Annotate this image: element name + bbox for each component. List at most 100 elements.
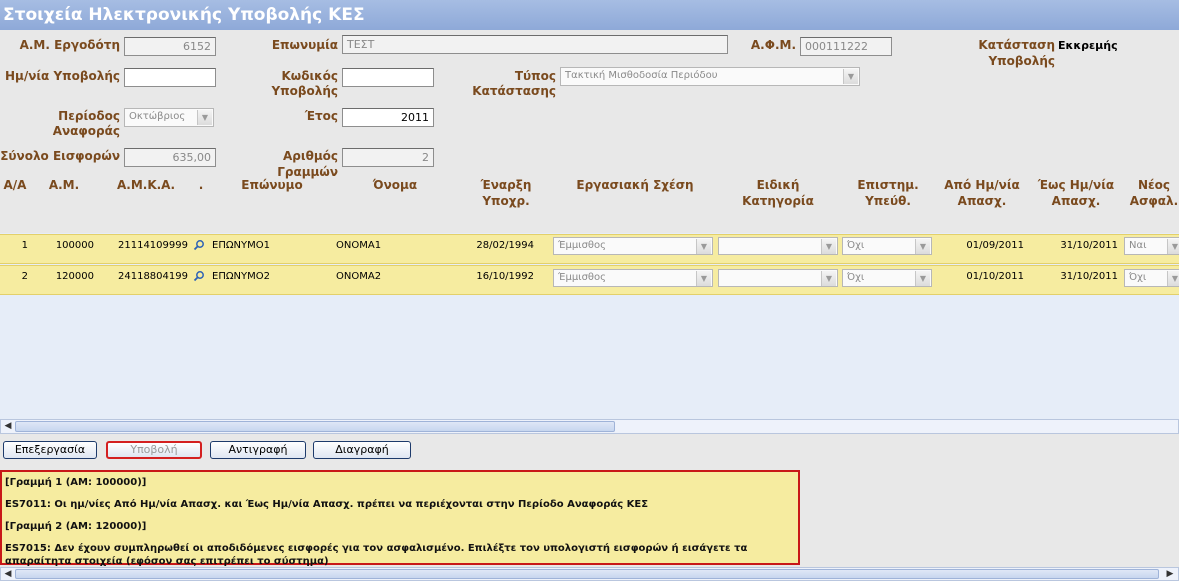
col-header-eidiki-2: Κατηγορία [742, 194, 814, 208]
neos-select[interactable]: Ναι ▼ [1124, 237, 1179, 255]
col-header-neos-1: Νέος [1137, 178, 1171, 192]
epist-select-value: Όχι [847, 272, 865, 283]
col-header-eos-1: Έως Ημ/νία [1037, 178, 1115, 192]
col-header-eponymo: Επώνυμο [241, 178, 303, 192]
cell-apo: 01/10/2011 [966, 271, 1024, 282]
grammes-field[interactable]: 2 [342, 148, 434, 167]
error-line-header: [Γραμμή 1 (ΑΜ: 100000)] [5, 477, 147, 488]
am-ergodoti-field[interactable]: 6152 [124, 37, 216, 56]
col-header-neos-2: Ασφαλ. [1129, 194, 1179, 208]
col-header-enarxi-1: Έναρξη [480, 178, 532, 192]
ergasiaki-select-value: Έμμισθος [558, 240, 607, 251]
cell-apo: 01/09/2011 [966, 240, 1024, 251]
cell-amka: 24118804199 [118, 271, 188, 282]
neos-select[interactable]: Όχι ▼ [1124, 269, 1179, 287]
arrow-left-icon[interactable]: ◀ [2, 420, 14, 433]
typos-label-1: Τύπος [514, 69, 556, 83]
eidiki-select[interactable]: ▼ [718, 237, 838, 255]
chevron-down-icon: ▼ [1167, 271, 1179, 286]
col-header-onoma: Όνομα [372, 178, 418, 192]
afm-field[interactable]: 000111222 [800, 37, 892, 56]
cell-enarxi: 16/10/1992 [476, 271, 534, 282]
periodos-label-2: Αναφοράς [52, 124, 120, 138]
col-header-am: Α.Μ. [48, 178, 80, 192]
horizontal-scrollbar[interactable]: ◀ [0, 419, 1179, 434]
cell-onoma: ΟΝΟΜΑ2 [336, 271, 382, 282]
chevron-down-icon: ▼ [696, 271, 711, 286]
delete-button[interactable]: Διαγραφή [313, 441, 411, 459]
eponymia-label: Επωνυμία [271, 38, 338, 52]
hm-ypovolis-label: Ημ/νία Υποβολής [4, 69, 120, 83]
afm-label: Α.Φ.Μ. [750, 38, 796, 52]
ergasiaki-select[interactable]: Έμμισθος ▼ [553, 269, 713, 287]
scrollbar-thumb[interactable] [15, 421, 615, 432]
typos-label-2: Κατάστασης [472, 84, 556, 98]
col-header-aa: Α/Α [3, 178, 27, 192]
etos-label: Έτος [304, 109, 338, 123]
search-icon[interactable] [193, 239, 205, 254]
kodikos-label-2: Υποβολής [271, 84, 338, 98]
cell-eponymo: ΕΠΩΝΥΜΟ2 [212, 271, 270, 282]
synolo-field[interactable]: 635,00 [124, 148, 216, 167]
epist-select-value: Όχι [847, 240, 865, 251]
col-header-apo-2: Απασχ. [957, 194, 1007, 208]
submit-button[interactable]: Υποβολή [106, 441, 202, 459]
edit-button[interactable]: Επεξεργασία [3, 441, 97, 459]
chevron-down-icon: ▼ [1167, 239, 1179, 254]
epist-select[interactable]: Όχι ▼ [842, 237, 932, 255]
col-header-eos-2: Απασχ. [1051, 194, 1101, 208]
table-row[interactable]: 1 100000 21114109999 ΕΠΩΝΥΜΟ1 ΟΝΟΜΑ1 28/… [0, 234, 1179, 264]
neos-select-value: Όχι [1129, 272, 1147, 283]
eponymia-field[interactable]: ΤΕΣΤ [342, 35, 728, 54]
cell-eponymo: ΕΠΩΝΥΜΟ1 [212, 240, 270, 251]
cell-enarxi: 28/02/1994 [476, 240, 534, 251]
typos-select-value: Τακτική Μισθοδοσία Περιόδου [565, 70, 718, 81]
copy-button[interactable]: Αντιγραφή [210, 441, 306, 459]
col-header-apo-1: Από Ημ/νία [944, 178, 1020, 192]
katastasi-label: Κατάσταση Υποβολής [978, 38, 1055, 68]
kodikos-label-1: Κωδικός [281, 69, 338, 83]
error-line-header: [Γραμμή 2 (ΑΜ: 120000)] [5, 521, 147, 532]
kodikos-field[interactable] [342, 68, 434, 87]
cell-am: 100000 [55, 240, 94, 251]
col-header-ergasiaki: Εργασιακή Σχέση [576, 178, 694, 192]
cell-aa: 1 [21, 240, 28, 251]
katastasi-value: Εκκρεμής [1058, 39, 1118, 52]
col-header-amka: Α.Μ.Κ.Α. [116, 178, 176, 192]
eidiki-select[interactable]: ▼ [718, 269, 838, 287]
error-messages-panel: [Γραμμή 1 (ΑΜ: 100000)] ES7011: Οι ημ/νί… [0, 470, 800, 567]
typos-select[interactable]: Τακτική Μισθοδοσία Περιόδου ▼ [560, 67, 860, 86]
neos-select-value: Ναι [1129, 240, 1147, 251]
arrow-right-icon[interactable]: ▶ [1164, 568, 1176, 580]
chevron-down-icon: ▼ [843, 69, 858, 84]
periodos-select[interactable]: Οκτώβριος ▼ [124, 108, 214, 127]
col-header-epist-1: Επιστημ. [857, 178, 919, 192]
chevron-down-icon: ▼ [197, 110, 212, 125]
error-message: ES7011: Οι ημ/νίες Από Ημ/νία Απασχ. και… [5, 499, 649, 510]
arrow-left-icon[interactable]: ◀ [2, 568, 14, 580]
cell-amka: 21114109999 [118, 240, 188, 251]
cell-onoma: ΟΝΟΜΑ1 [336, 240, 382, 251]
periodos-select-value: Οκτώβριος [129, 111, 186, 122]
chevron-down-icon: ▼ [821, 239, 836, 254]
ergasiaki-select[interactable]: Έμμισθος ▼ [553, 237, 713, 255]
am-ergodoti-label: Α.Μ. Εργοδότη [19, 38, 120, 52]
table-row[interactable]: 2 120000 24118804199 ΕΠΩΝΥΜΟ2 ΟΝΟΜΑ2 16/… [0, 265, 1179, 295]
hm-ypovolis-field[interactable] [124, 68, 216, 87]
epist-select[interactable]: Όχι ▼ [842, 269, 932, 287]
chevron-down-icon: ▼ [696, 239, 711, 254]
chevron-down-icon: ▼ [821, 271, 836, 286]
grammes-label: Αριθμός Γραμμών [277, 149, 338, 179]
scrollbar-thumb[interactable] [15, 569, 1159, 579]
etos-field[interactable]: 2011 [342, 108, 434, 127]
page-horizontal-scrollbar[interactable]: ◀ ▶ [0, 567, 1179, 581]
col-header-eidiki-1: Ειδική [756, 178, 800, 192]
search-icon[interactable] [193, 270, 205, 285]
cell-aa: 2 [21, 271, 28, 282]
ergasiaki-select-value: Έμμισθος [558, 272, 607, 283]
col-header-enarxi-2: Υποχρ. [482, 194, 530, 208]
synolo-label: Σύνολο Εισφορών [0, 149, 120, 163]
cell-eos: 31/10/2011 [1060, 271, 1118, 282]
chevron-down-icon: ▼ [915, 239, 930, 254]
col-header-epist-2: Υπεύθ. [865, 194, 911, 208]
